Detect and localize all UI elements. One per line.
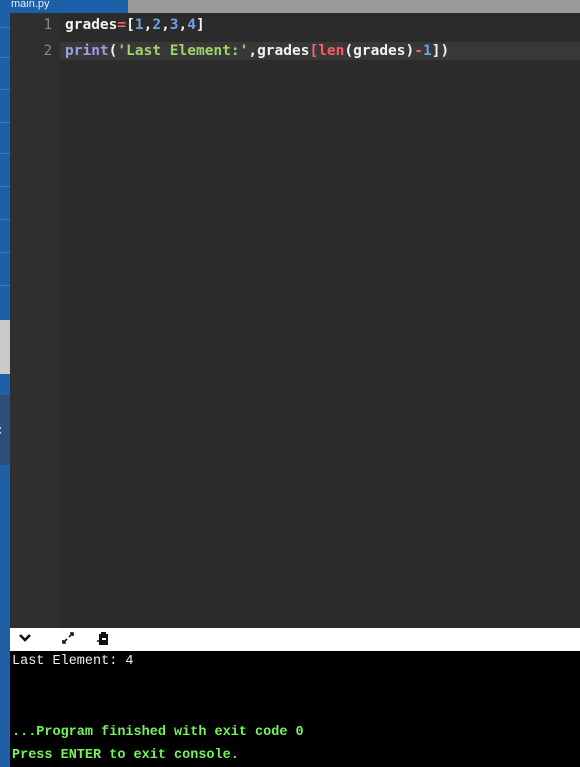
- sidebar-segment[interactable]: [0, 253, 10, 286]
- sidebar-segment[interactable]: [0, 123, 10, 154]
- code-line[interactable]: 1 grades=[1,2,3,4]: [10, 16, 580, 34]
- line-number-gutter: [10, 13, 60, 628]
- tab-label: main.py: [11, 0, 50, 10]
- collapse-sidebar-icon[interactable]: ‹: [0, 420, 2, 439]
- tab-main-py[interactable]: main.py: [10, 0, 128, 13]
- line-number: 2: [43, 43, 52, 59]
- sidebar-segment[interactable]: [0, 90, 10, 123]
- sidebar-segment[interactable]: [0, 28, 10, 58]
- console-output[interactable]: Last Element: 4 ...Program finished with…: [10, 651, 580, 767]
- sidebar-gray-block: [0, 320, 10, 374]
- code-text[interactable]: print('Last Element:',grades[len(grades)…: [65, 42, 449, 60]
- console-toolbar: [10, 628, 580, 651]
- line-number: 1: [43, 17, 52, 33]
- exit-prompt: Press ENTER to exit console.: [12, 748, 239, 763]
- console-output-line: Last Element: 4: [12, 654, 134, 669]
- chevron-down-icon[interactable]: [18, 631, 32, 649]
- sidebar-segment[interactable]: [0, 58, 10, 90]
- tab-bar: main.py: [10, 0, 580, 13]
- code-text[interactable]: grades=[1,2,3,4]: [65, 16, 205, 34]
- sidebar-segment[interactable]: [0, 0, 10, 28]
- code-line[interactable]: 2 print('Last Element:',grades[len(grade…: [10, 42, 580, 60]
- clipboard-icon[interactable]: [96, 631, 112, 651]
- sidebar-segment[interactable]: [0, 154, 10, 187]
- left-sidebar-edge: ‹: [0, 0, 10, 767]
- sidebar-segment[interactable]: [0, 187, 10, 220]
- code-editor[interactable]: 1 grades=[1,2,3,4] 2 print('Last Element…: [10, 13, 580, 628]
- expand-icon[interactable]: [60, 631, 76, 649]
- exit-code-message: ...Program finished with exit code 0: [12, 725, 304, 740]
- sidebar-segment[interactable]: [0, 220, 10, 253]
